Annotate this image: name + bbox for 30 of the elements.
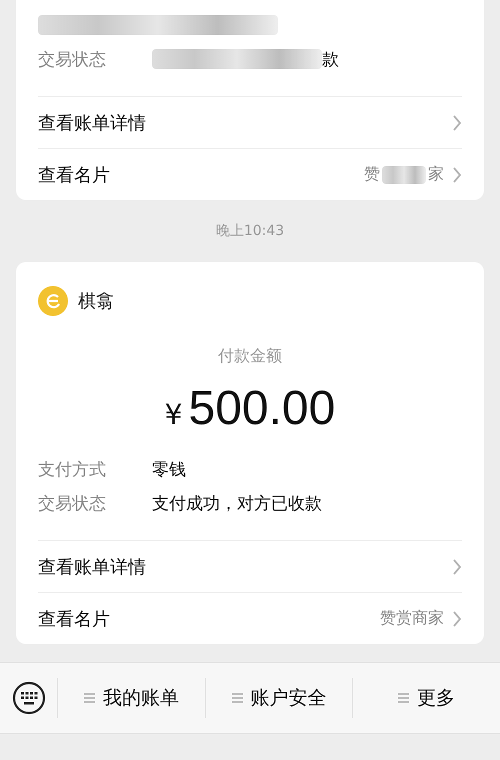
chevron-icon <box>452 610 462 628</box>
field-label: 交易状态 <box>38 48 107 70</box>
field-value: 支付成功，对方已收款 <box>152 492 322 514</box>
amount: 500.00 <box>188 381 336 436</box>
field-label: 支付方式 <box>38 458 107 480</box>
bill-details-link[interactable]: 查看账单详情 <box>38 97 462 149</box>
merchant-avatar-icon <box>38 286 68 316</box>
amount-label: 付款金额 <box>218 346 282 365</box>
detail-link[interactable]: 查看账单详情 <box>38 541 462 593</box>
field-label: 交易状态 <box>38 492 107 514</box>
timestamp: 晚上10:43 <box>216 222 284 240</box>
merchant-name: 棋翕 <box>78 290 114 313</box>
menu-button[interactable]: 账户安全 <box>206 678 354 718</box>
field-value: 零钱 <box>152 458 186 480</box>
chevron-icon <box>452 166 462 184</box>
menu-icon <box>84 693 95 703</box>
currency-symbol: ¥ <box>164 398 182 431</box>
business-card-link[interactable]: 查看名片 赞 家 <box>38 149 462 200</box>
link-value: 家 <box>428 164 444 185</box>
chevron-icon <box>452 114 462 132</box>
menu-button[interactable]: 更多 <box>353 678 500 718</box>
chevron-icon <box>452 558 462 576</box>
menu-icon <box>232 693 242 703</box>
keyboard-icon[interactable] <box>12 681 46 715</box>
menu-icon <box>398 693 410 703</box>
blurred-text <box>382 166 426 184</box>
link-value: 赞 <box>364 164 380 185</box>
field-value: 款 <box>322 48 339 70</box>
menu-button[interactable]: 我的账单 <box>58 678 206 718</box>
detail-link[interactable]: 查看名片 赞赏商家 <box>38 593 462 644</box>
